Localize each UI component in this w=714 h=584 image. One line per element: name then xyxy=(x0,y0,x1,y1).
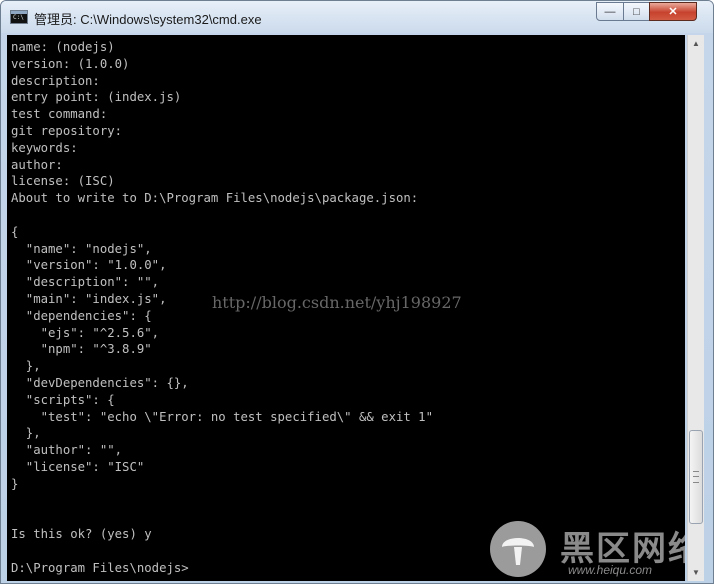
console-line: version: (1.0.0) xyxy=(11,56,130,71)
console-line: license: (ISC) xyxy=(11,174,115,189)
close-icon: ✕ xyxy=(668,6,678,18)
console-line: description: xyxy=(11,73,100,88)
brand-mushroom-icon xyxy=(490,521,546,577)
window-title: 管理员: C:\Windows\system32\cmd.exe xyxy=(34,12,262,27)
grip-icon xyxy=(693,471,699,483)
console-line: "ejs": "^2.5.6", xyxy=(11,325,160,340)
console-line: "description": "", xyxy=(11,275,160,290)
console-line: "test": "echo \"Error: no test specified… xyxy=(11,409,433,424)
console-line: author: xyxy=(11,157,63,172)
console-line: }, xyxy=(11,426,41,441)
console-line: "author": "", xyxy=(11,443,123,458)
watermark: http://blog.csdn.net/yhj198927 xyxy=(212,293,462,312)
arrow-up-icon: ▲ xyxy=(692,39,700,48)
console-line: "version": "1.0.0", xyxy=(11,258,167,273)
arrow-down-icon: ▼ xyxy=(692,568,700,577)
console-line: "npm": "^3.8.9" xyxy=(11,342,152,357)
minimize-icon: — xyxy=(604,5,616,18)
title-bar[interactable]: C:\ 管理员: C:\Windows\system32\cmd.exe — □… xyxy=(1,1,713,33)
minimize-button[interactable]: — xyxy=(596,2,624,21)
console-line: "devDependencies": {}, xyxy=(11,375,189,390)
close-button[interactable]: ✕ xyxy=(649,2,697,21)
console-line: git repository: xyxy=(11,123,123,138)
cmd-window: C:\ 管理员: C:\Windows\system32\cmd.exe — □… xyxy=(0,0,714,584)
console-line: entry point: (index.js) xyxy=(11,90,182,105)
maximize-button[interactable]: □ xyxy=(623,2,650,21)
console-line: "name": "nodejs", xyxy=(11,241,152,256)
brand-url: www.heiqu.com xyxy=(568,563,653,577)
console-line: { xyxy=(11,224,19,239)
console-line: Is this ok? (yes) y xyxy=(11,527,152,542)
maximize-icon: □ xyxy=(633,5,640,18)
vertical-scrollbar[interactable]: ▲ ▼ xyxy=(687,35,704,581)
console-line: "license": "ISC" xyxy=(11,459,145,474)
console-output[interactable]: name: (nodejs) version: (1.0.0) descriptio… xyxy=(7,35,685,581)
brand-logo: 黑区网络 www.heiqu.com xyxy=(484,517,685,581)
console-line: test command: xyxy=(11,107,108,122)
console-line: keywords: xyxy=(11,140,78,155)
cmd-app-icon[interactable]: C:\ xyxy=(10,10,28,24)
scroll-down-button[interactable]: ▼ xyxy=(688,564,704,581)
scroll-up-button[interactable]: ▲ xyxy=(688,35,704,52)
scroll-thumb[interactable] xyxy=(689,430,703,524)
console-line: }, xyxy=(11,359,41,374)
console-line: } xyxy=(11,476,19,491)
console-line: About to write to D:\Program Files\nodej… xyxy=(11,191,419,206)
console-line: "scripts": { xyxy=(11,392,115,407)
console-line: name: (nodejs) xyxy=(11,40,115,54)
icon-label: C:\ xyxy=(13,14,24,21)
console-line: D:\Program Files\nodejs> xyxy=(11,560,189,575)
